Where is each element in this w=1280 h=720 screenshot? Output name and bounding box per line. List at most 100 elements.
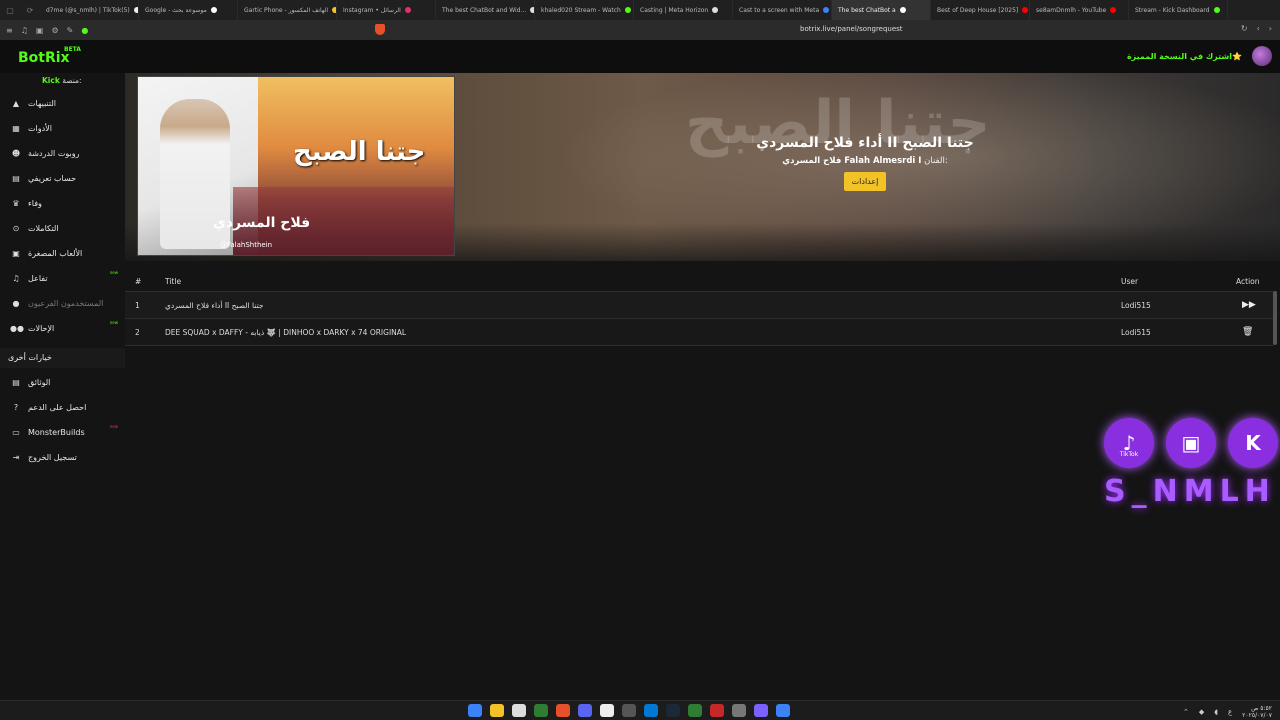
back-icon[interactable]: ‹ [1257,24,1260,33]
tab-label: Google - موسوعة بحث [145,6,207,14]
sidebar-item[interactable]: ? احصل على الدعم [10,397,120,417]
system-tray: ⌃ ◆ ◖ ع ٥:٥٢ ص ٢٠٢٥/٠٧/٠٧ [1183,705,1272,719]
sidebar-item[interactable]: ♛ وفاء [10,193,120,213]
tiktok-caption: TikTok [1119,451,1139,458]
address-bar: ≡ ♫ ▣ ⚙ ✎ ● botrix.live/panel/songreques… [0,20,1280,40]
brave-icon[interactable] [556,704,570,717]
window-app-icon[interactable] [644,704,658,717]
sidebar-item-label: المستخدمون الفرعيون [28,298,104,308]
now-playing-banner: جتنا الصبح جتنا الصبح فلاح المسردي @Fala… [125,73,1280,261]
browser-tab[interactable]: d7me (@s_nmlh) | TikTok(5) [40,0,139,20]
discord-icon[interactable] [578,704,592,717]
clock-time: ٥:٥٢ ص [1251,705,1272,712]
sidebar-item[interactable]: ▲ التنبيهات [10,93,120,113]
record-icon[interactable] [710,704,724,717]
url-field[interactable]: botrix.live/panel/songrequest [800,25,903,33]
clock[interactable]: ٥:٥٢ ص ٢٠٢٥/٠٧/٠٧ [1242,705,1272,719]
sidebar-item[interactable]: ♫ تفاعل new [10,268,120,288]
cover-handle: @FalahShthein [220,241,273,249]
browser-tab[interactable]: Stream - Kick Dashboard [1129,0,1228,20]
browser-tab[interactable]: Instagram • الرسائل [337,0,436,20]
sidebar-item[interactable]: ⊙ التكاملات [10,218,120,238]
browser-tab[interactable]: Casting | Meta Horizon [634,0,733,20]
sidebar-item[interactable]: ☻ روبوت الدردشة [10,143,120,163]
browser-tab[interactable]: Best of Deep House [2025] [931,0,1030,20]
browser-tab[interactable]: se8amDnmlh - YouTube [1030,0,1129,20]
tab-favicon-icon [712,7,719,13]
tab-favicon-icon [210,7,217,13]
check-icon[interactable]: ● [81,26,88,35]
browser-tab[interactable]: The best ChatBot and Wid... [436,0,535,20]
excel-icon[interactable] [534,704,548,717]
column-action: Action [1236,277,1260,286]
extension-icon[interactable]: ⚙ [51,26,58,35]
botrix-logo[interactable]: BotRix BETA [18,46,81,66]
brave-shield-icon[interactable] [375,24,385,35]
group-icon: ●● [10,323,24,333]
sidebar-item[interactable]: ▤ الوثائق [10,372,120,392]
forward-icon[interactable]: › [1269,24,1272,33]
back-tab-icon[interactable]: ⟳ [20,6,40,15]
table-header: # Title User Action [125,268,1273,292]
settings-app-icon[interactable] [732,704,746,717]
folder-icon[interactable] [490,704,504,717]
wifi-icon[interactable]: ◆ [1199,708,1204,716]
meta-icon[interactable] [600,704,614,717]
browser-tab[interactable]: The best ChatBot a [832,0,931,20]
sidebar-item[interactable]: ▦ الأدوات [10,118,120,138]
browser-tab[interactable]: Cast to a screen with Meta [733,0,832,20]
skip-icon[interactable]: ▶▶ [1242,300,1256,310]
id-card-icon: ▤ [12,173,20,183]
tray-chevron-icon[interactable]: ⌃ [1183,708,1189,716]
platform-indicator[interactable]: Kick منصة: [42,76,82,85]
sidebar-item-label: MonsterBuilds [28,427,85,437]
tab-label: khaled020 Stream - Watch [541,6,621,14]
steam-icon[interactable] [666,704,680,717]
reload-icon[interactable]: ↻ [1241,24,1248,33]
clock-date: ٢٠٢٥/٠٧/٠٧ [1242,712,1272,719]
volume-icon[interactable]: ◖ [1214,708,1218,716]
lang-indicator[interactable]: ع [1228,708,1232,716]
trash-icon[interactable]: 🗑 [1242,327,1253,337]
start-icon[interactable] [468,704,482,717]
trophy-icon: ♛ [12,198,20,208]
other-options-title: خيارات أخرى [8,353,52,362]
song-queue-table: # Title User Action 1 أداء فلاح المسردي I… [125,268,1273,346]
sidebar-item[interactable]: ● المستخدمون الفرعيون [10,293,120,313]
new-badge: new [109,270,118,275]
browser-tab[interactable]: khaled020 Stream - Watch [535,0,634,20]
settings-button[interactable]: إعدادات [843,172,887,191]
row-user: Lodi515 [1121,301,1151,310]
avatar[interactable] [1252,46,1272,66]
column-number: # [135,277,142,286]
tiktok-icon: ♪ TikTok [1104,418,1154,468]
song-title: أداء فلاح المسردي II جتنا الصبح [756,135,974,151]
cover-title: جتنا الصبح [293,137,426,167]
obs-icon[interactable] [622,704,636,717]
sidebar-item[interactable]: ▭ MonsterBuilds new [10,422,120,442]
sidebar-item[interactable]: ▣ الألعاب المصغرة [10,243,120,263]
diamond-app-icon[interactable] [754,704,768,717]
music-icon[interactable]: ♫ [21,26,28,35]
table-row: 2 DEE SQUAD x DAFFY - ذيابه 🐺 | DINHOO x … [125,319,1273,346]
browser-tab[interactable]: Gartic Phone - الهاتف المكسور [238,0,337,20]
browser-tab[interactable]: Google - موسوعة بحث [139,0,238,20]
pen-icon[interactable]: ✎ [67,26,74,35]
row-title: DEE SQUAD x DAFFY - ذيابه 🐺 | DINHOO x D… [165,328,407,337]
column-user: User [1121,277,1139,286]
sidebar: Kick منصة: ▲ التنبيهات ▦ الأدوات ☻ روبوت الدر… [0,73,125,700]
blue-app-icon[interactable] [776,704,790,717]
sidebar-toggle-icon[interactable]: ▢ [0,6,20,15]
table-scrollbar[interactable] [1273,291,1277,345]
sidebar-item[interactable]: ▤ حساب تعريفي [10,168,120,188]
lock-app-icon[interactable] [688,704,702,717]
sidebar-item[interactable]: ⇥ تسجيل الخروج [10,447,120,467]
tab-favicon-icon [404,7,411,13]
premium-link[interactable]: اشترك في النسخة المميزة⭐ [1127,52,1242,61]
store-icon[interactable] [512,704,526,717]
sidebar-item[interactable]: ●● الإحالات new [10,318,120,338]
window-icon[interactable]: ▣ [36,26,44,35]
menu-icon[interactable]: ≡ [6,26,13,35]
tab-label: The best ChatBot and Wid... [442,6,527,14]
tab-favicon-icon [1213,7,1220,13]
